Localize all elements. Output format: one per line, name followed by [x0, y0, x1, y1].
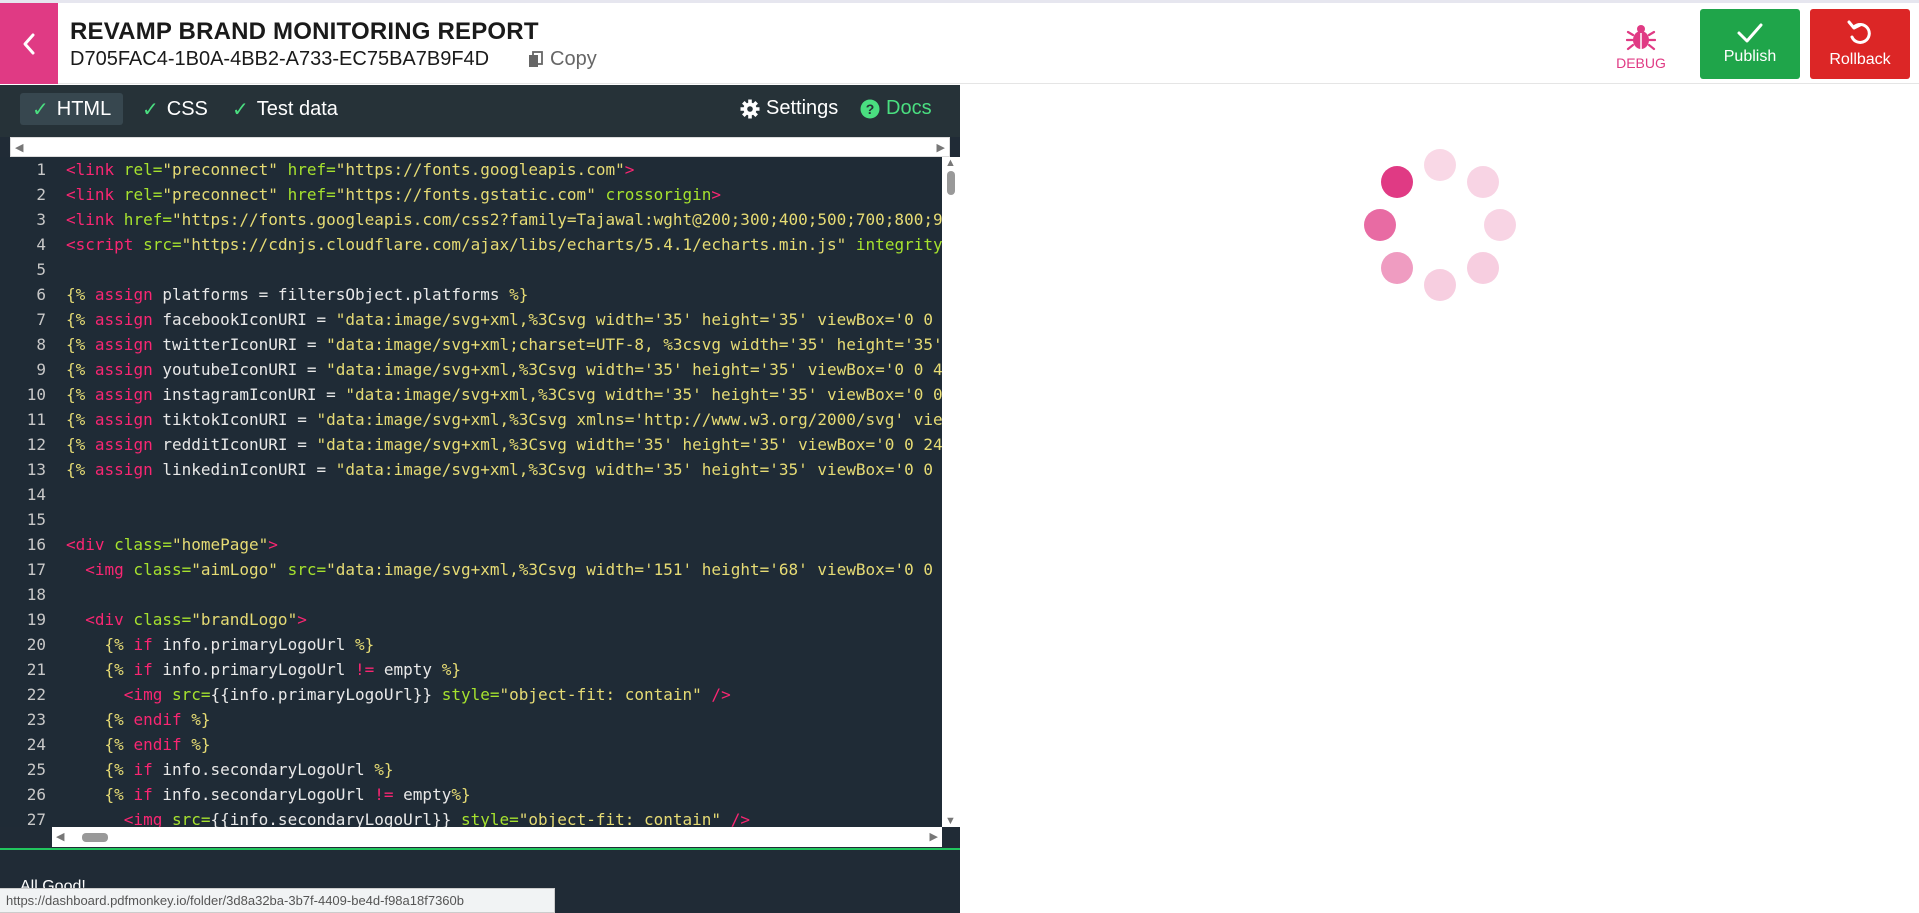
- vertical-scroll-thumb[interactable]: [947, 171, 955, 195]
- document-title: REVAMP BRAND MONITORING REPORT: [70, 18, 539, 46]
- scroll-left-arrow-icon[interactable]: ◀: [56, 830, 64, 843]
- code-line: 24 {% endif %}: [0, 732, 942, 757]
- bug-icon: [1626, 23, 1656, 51]
- spinner-dot: [1467, 252, 1499, 284]
- code-line: 15: [0, 507, 942, 532]
- help-circle-icon: ?: [860, 99, 880, 119]
- code-line: 11{% assign tiktokIconURI = "data:image/…: [0, 407, 942, 432]
- code-line: 21 {% if info.primaryLogoUrl != empty %}: [0, 657, 942, 682]
- code-line: 7{% assign facebookIconURI = "data:image…: [0, 307, 942, 332]
- spinner-dot: [1467, 166, 1499, 198]
- code-line: 12{% assign redditIconURI = "data:image/…: [0, 432, 942, 457]
- code-line: 19 <div class="brandLogo">: [0, 607, 942, 632]
- svg-text:?: ?: [866, 101, 875, 117]
- code-line: 16<div class="homePage">: [0, 532, 942, 557]
- check-icon: ✓: [142, 97, 159, 122]
- tab-html-label: HTML: [57, 98, 111, 121]
- tab-css-label: CSS: [167, 98, 208, 121]
- code-line: 3<link href="https://fonts.googleapis.co…: [0, 207, 942, 232]
- code-line: 4<script src="https://cdnjs.cloudflare.c…: [0, 232, 942, 257]
- code-line: 27 <img src={{info.secondaryLogoUrl}} st…: [0, 807, 942, 827]
- gear-icon: [740, 99, 760, 119]
- copy-id-button[interactable]: Copy: [528, 48, 597, 71]
- code-line: 17 <img class="aimLogo" src="data:image/…: [0, 557, 942, 582]
- debug-label: DEBUG: [1616, 55, 1666, 71]
- code-line: 14: [0, 482, 942, 507]
- code-line: 22 <img src={{info.primaryLogoUrl}} styl…: [0, 682, 942, 707]
- code-line: 26 {% if info.secondaryLogoUrl != empty%…: [0, 782, 942, 807]
- debug-button[interactable]: DEBUG: [1600, 17, 1682, 77]
- scroll-right-arrow-icon[interactable]: ▶: [930, 830, 938, 843]
- spinner-dot: [1381, 252, 1413, 284]
- publish-button[interactable]: Publish: [1700, 9, 1800, 79]
- code-line: 5: [0, 257, 942, 282]
- tab-css[interactable]: ✓ CSS: [130, 93, 220, 125]
- horizontal-scrollbar-bottom[interactable]: ◀ ▶: [52, 827, 942, 847]
- code-line: 8{% assign twitterIconURI = "data:image/…: [0, 332, 942, 357]
- document-id: D705FAC4-1B0A-4BB2-A733-EC75BA7B9F4D: [70, 48, 489, 71]
- settings-label: Settings: [766, 97, 838, 120]
- code-line: 6{% assign platforms = filtersObject.pla…: [0, 282, 942, 307]
- vertical-scrollbar[interactable]: ▲ ▼: [942, 157, 960, 827]
- horizontal-scrollbar-top[interactable]: ◀ ▶: [10, 137, 950, 157]
- browser-status-url: https://dashboard.pdfmonkey.io/folder/3d…: [0, 888, 555, 913]
- code-line: 25 {% if info.secondaryLogoUrl %}: [0, 757, 942, 782]
- rollback-button[interactable]: Rollback: [1810, 9, 1910, 79]
- spinner-dot: [1424, 149, 1456, 181]
- editor-panel: ✓ HTML ✓ CSS ✓ Test data Settings ? Docs…: [0, 85, 960, 913]
- document-header: REVAMP BRAND MONITORING REPORT D705FAC4-…: [0, 3, 1919, 84]
- editor-tabs: ✓ HTML ✓ CSS ✓ Test data Settings ? Docs: [0, 85, 960, 137]
- chevron-left-icon: [20, 32, 38, 56]
- spinner-dot: [1424, 269, 1456, 301]
- undo-icon: [1846, 19, 1874, 47]
- code-line: 1<link rel="preconnect" href="https://fo…: [0, 157, 942, 182]
- code-line: 9{% assign youtubeIconURI = "data:image/…: [0, 357, 942, 382]
- code-line: 2<link rel="preconnect" href="https://fo…: [0, 182, 942, 207]
- scroll-up-arrow-icon[interactable]: ▲: [945, 157, 956, 169]
- loading-spinner: [1360, 145, 1520, 305]
- rollback-label: Rollback: [1829, 51, 1890, 69]
- publish-label: Publish: [1724, 48, 1776, 66]
- copy-label: Copy: [550, 48, 597, 71]
- back-button[interactable]: [0, 3, 58, 84]
- spinner-dot: [1381, 166, 1413, 198]
- copy-icon: [528, 51, 544, 69]
- code-editor[interactable]: 1<link rel="preconnect" href="https://fo…: [0, 157, 942, 827]
- code-line: 23 {% endif %}: [0, 707, 942, 732]
- code-line: 20 {% if info.primaryLogoUrl %}: [0, 632, 942, 657]
- code-line: 10{% assign instagramIconURI = "data:ima…: [0, 382, 942, 407]
- check-icon: [1736, 22, 1764, 44]
- scroll-right-arrow-icon[interactable]: ▶: [937, 141, 945, 154]
- spinner-dot: [1484, 209, 1516, 241]
- settings-button[interactable]: Settings: [740, 97, 838, 120]
- tab-html[interactable]: ✓ HTML: [20, 93, 123, 125]
- scroll-left-arrow-icon[interactable]: ◀: [15, 141, 23, 154]
- horizontal-scroll-thumb[interactable]: [82, 833, 108, 842]
- tab-test-data-label: Test data: [257, 98, 338, 121]
- code-line: 18: [0, 582, 942, 607]
- scroll-down-arrow-icon[interactable]: ▼: [945, 815, 956, 827]
- docs-label: Docs: [886, 97, 932, 120]
- check-icon: ✓: [232, 97, 249, 122]
- tab-test-data[interactable]: ✓ Test data: [220, 93, 350, 125]
- spinner-dot: [1364, 209, 1396, 241]
- docs-link[interactable]: ? Docs: [860, 97, 932, 120]
- check-icon: ✓: [32, 97, 49, 122]
- code-line: 13{% assign linkedinIconURI = "data:imag…: [0, 457, 942, 482]
